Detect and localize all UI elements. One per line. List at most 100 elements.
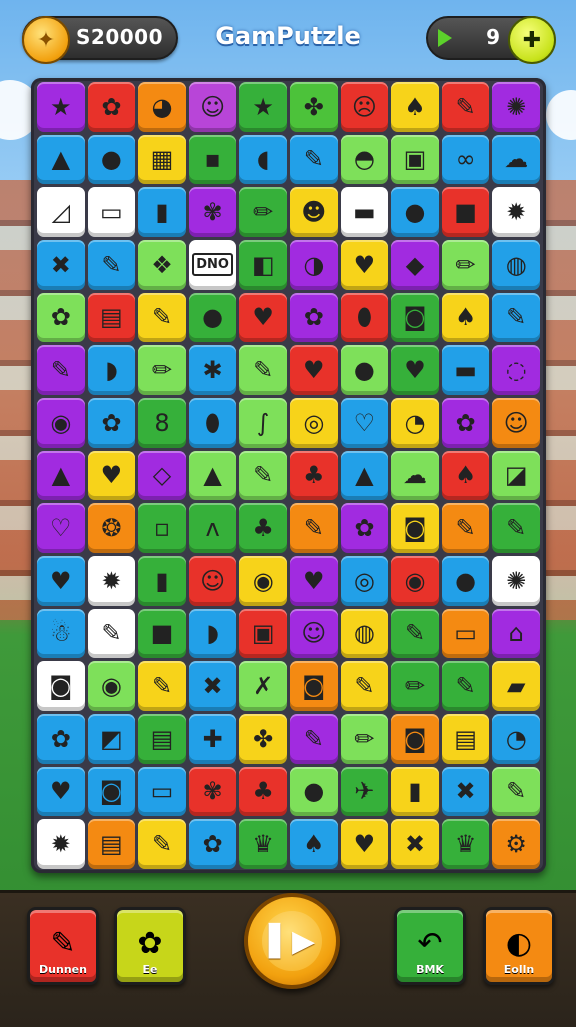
tile-r3-c2[interactable]: ❖ (138, 240, 186, 290)
tile-r13-c4[interactable]: ♣ (239, 766, 287, 817)
tile-r8-c6[interactable]: ✿ (340, 503, 389, 553)
tile-r2-c1[interactable]: ▭ (87, 187, 136, 237)
tile-r14-c5[interactable]: ♠ (289, 819, 338, 869)
tile-r3-c3[interactable]: DNO (188, 240, 237, 290)
tile-r9-c4[interactable]: ◉ (239, 556, 287, 606)
tile-r11-c4[interactable]: ✗ (239, 661, 287, 711)
tile-r10-c6[interactable]: ◍ (340, 608, 389, 659)
tile-r10-c7[interactable]: ✎ (391, 608, 439, 659)
tile-r12-c0[interactable]: ✿ (37, 714, 85, 764)
tile-r14-c0[interactable]: ✹ (37, 819, 85, 869)
tile-r7-c5[interactable]: ♣ (289, 450, 338, 501)
tile-r9-c8[interactable]: ● (441, 556, 490, 606)
tile-r10-c8[interactable]: ▭ (441, 608, 490, 659)
tile-r0-c1[interactable]: ✿ (87, 82, 136, 132)
add-currency-icon[interactable]: ✚ (508, 16, 556, 64)
tile-r7-c2[interactable]: ◇ (138, 450, 186, 501)
tile-r4-c7[interactable]: ◙ (391, 292, 439, 343)
tile-r13-c2[interactable]: ▭ (138, 766, 186, 817)
tile-r13-c6[interactable]: ✈ (340, 766, 389, 817)
tile-r1-c2[interactable]: ▦ (138, 134, 186, 185)
tile-r4-c8[interactable]: ♠ (441, 292, 490, 343)
tile-r0-c7[interactable]: ♠ (391, 82, 439, 132)
tile-r11-c5[interactable]: ◙ (289, 661, 338, 711)
tile-r0-c6[interactable]: ☹ (340, 82, 389, 132)
tile-r8-c3[interactable]: ʌ (188, 503, 237, 553)
tile-r9-c1[interactable]: ✹ (87, 556, 136, 606)
shell-button[interactable]: ◐ Eolln (483, 907, 555, 985)
tile-r10-c5[interactable]: ☺ (289, 608, 338, 659)
tile-r13-c1[interactable]: ◙ (87, 766, 136, 817)
tile-r6-c6[interactable]: ♡ (340, 398, 389, 448)
tile-r1-c5[interactable]: ✎ (289, 134, 338, 185)
tile-r7-c9[interactable]: ◪ (492, 450, 540, 501)
tile-r2-c2[interactable]: ▮ (138, 187, 186, 237)
tile-r6-c9[interactable]: ☺ (492, 398, 540, 448)
tile-r12-c1[interactable]: ◩ (87, 714, 136, 764)
tile-r3-c6[interactable]: ♥ (340, 240, 389, 290)
tile-r7-c3[interactable]: ▲ (188, 450, 237, 501)
tile-r6-c3[interactable]: ⬮ (188, 398, 237, 448)
tile-r12-c8[interactable]: ▤ (441, 714, 490, 764)
tile-r1-c3[interactable]: ▪ (188, 134, 237, 185)
tile-r5-c0[interactable]: ✎ (37, 345, 85, 395)
tile-r13-c7[interactable]: ▮ (391, 766, 439, 817)
tile-r1-c6[interactable]: ◓ (340, 134, 389, 185)
tile-r9-c6[interactable]: ◎ (340, 556, 389, 606)
tile-r3-c7[interactable]: ◆ (391, 240, 439, 290)
tile-r4-c3[interactable]: ● (188, 292, 237, 343)
tile-r0-c3[interactable]: ☺ (188, 82, 237, 132)
tile-r12-c4[interactable]: ✤ (239, 714, 287, 764)
tile-r5-c4[interactable]: ✎ (239, 345, 287, 395)
tile-r9-c0[interactable]: ♥ (37, 556, 85, 606)
tile-r3-c5[interactable]: ◑ (289, 240, 338, 290)
tile-r9-c7[interactable]: ◉ (391, 556, 439, 606)
tile-r10-c2[interactable]: ■ (138, 608, 186, 659)
tile-r4-c4[interactable]: ♥ (239, 292, 287, 343)
tile-r8-c4[interactable]: ♣ (239, 503, 287, 553)
tile-r6-c7[interactable]: ◔ (391, 398, 439, 448)
tile-r8-c8[interactable]: ✎ (441, 503, 490, 553)
tile-r5-c8[interactable]: ▬ (441, 345, 490, 395)
tile-r6-c2[interactable]: 8 (138, 398, 186, 448)
tile-r14-c9[interactable]: ⚙ (492, 819, 540, 869)
tile-r10-c9[interactable]: ⌂ (492, 608, 540, 659)
tile-r0-c5[interactable]: ✤ (289, 82, 338, 132)
tile-r0-c4[interactable]: ★ (239, 82, 287, 132)
tile-r12-c3[interactable]: ✚ (188, 714, 237, 764)
tile-r12-c2[interactable]: ▤ (138, 714, 186, 764)
tile-r2-c8[interactable]: ■ (441, 187, 490, 237)
tile-r9-c9[interactable]: ✺ (492, 556, 540, 606)
tile-r14-c4[interactable]: ♛ (239, 819, 287, 869)
play-button[interactable]: ▌▶ (244, 893, 340, 989)
tile-r13-c9[interactable]: ✎ (492, 766, 540, 817)
tile-r11-c7[interactable]: ✏ (391, 661, 439, 711)
tile-r5-c9[interactable]: ◌ (492, 345, 540, 395)
tile-r6-c0[interactable]: ◉ (37, 398, 85, 448)
tile-r6-c1[interactable]: ✿ (87, 398, 136, 448)
tile-r5-c2[interactable]: ✏ (138, 345, 186, 395)
tile-r7-c6[interactable]: ▲ (340, 450, 389, 501)
tile-r13-c8[interactable]: ✖ (441, 766, 490, 817)
tile-r5-c6[interactable]: ● (340, 345, 389, 395)
tile-r3-c8[interactable]: ✏ (441, 240, 490, 290)
tile-r10-c0[interactable]: ☃ (37, 608, 85, 659)
tile-r9-c5[interactable]: ♥ (289, 556, 338, 606)
tile-r14-c3[interactable]: ✿ (188, 819, 237, 869)
tile-r7-c7[interactable]: ☁ (391, 450, 439, 501)
tile-r8-c5[interactable]: ✎ (289, 503, 338, 553)
tile-r5-c7[interactable]: ♥ (391, 345, 439, 395)
tile-r2-c7[interactable]: ● (391, 187, 439, 237)
tile-r9-c2[interactable]: ▮ (138, 556, 186, 606)
tile-r1-c8[interactable]: ∞ (441, 134, 490, 185)
tile-r4-c5[interactable]: ✿ (289, 292, 338, 343)
tile-r3-c9[interactable]: ◍ (492, 240, 540, 290)
tile-r11-c6[interactable]: ✎ (340, 661, 389, 711)
tile-r2-c5[interactable]: ☻ (289, 187, 338, 237)
tile-r14-c7[interactable]: ✖ (391, 819, 439, 869)
tile-r11-c2[interactable]: ✎ (138, 661, 186, 711)
tile-r7-c8[interactable]: ♠ (441, 450, 490, 501)
tile-r2-c9[interactable]: ✹ (492, 187, 540, 237)
tile-r6-c8[interactable]: ✿ (441, 398, 490, 448)
tile-r12-c6[interactable]: ✏ (340, 714, 389, 764)
